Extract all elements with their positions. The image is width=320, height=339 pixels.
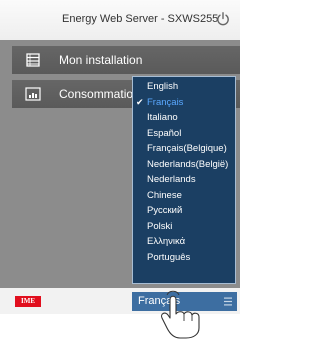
language-dropdown: English ✔ Français Italiano Español Français(… — [132, 76, 236, 284]
building-icon — [26, 53, 40, 67]
menu-lines-icon — [224, 297, 232, 306]
menu-item-installation[interactable]: Mon installation — [12, 46, 240, 74]
language-option[interactable]: Chinese — [133, 188, 235, 204]
language-option-label: Nederlands(België) — [147, 158, 229, 170]
language-option-label: Français — [147, 96, 184, 108]
chart-icon — [25, 87, 41, 101]
language-option[interactable]: Français(Belgique) — [133, 141, 235, 157]
app-window: Energy Web Server - SXWS255 Mon installa… — [0, 0, 240, 339]
page-title: Energy Web Server - SXWS255 — [62, 13, 219, 25]
language-option[interactable]: English — [133, 79, 235, 95]
language-option-label: Italiano — [147, 112, 178, 123]
language-option-label: Polski — [147, 220, 173, 232]
language-option-label: Español — [147, 127, 182, 139]
language-option[interactable]: Italiano — [133, 110, 235, 126]
menu-item-label: Consommations — [59, 87, 141, 101]
power-icon[interactable] — [215, 11, 231, 27]
language-options: English ✔ Français Italiano Español Français(… — [133, 77, 235, 265]
header-bar: Energy Web Server - SXWS255 — [0, 0, 240, 40]
language-option-label: Nederlands — [147, 174, 196, 185]
language-option[interactable]: Português — [133, 250, 235, 266]
language-option[interactable]: Polski — [133, 219, 235, 235]
logo-text: IME — [21, 297, 35, 305]
language-option-label: Chinese — [147, 189, 182, 201]
checkmark-icon: ✔ — [136, 96, 144, 107]
pointing-hand-icon — [161, 290, 200, 339]
language-option[interactable]: Nederlands — [133, 172, 235, 188]
language-option[interactable]: Nederlands(België) — [133, 157, 235, 173]
language-option-label: Português — [147, 251, 191, 263]
language-option[interactable]: Español — [133, 126, 235, 142]
language-option[interactable]: Ελληνικά — [133, 234, 235, 250]
language-option[interactable]: ✔ Français — [133, 95, 235, 111]
language-option-label: English — [147, 81, 179, 92]
language-option-label: Ελληνικά — [147, 236, 186, 247]
language-option[interactable]: Русский — [133, 203, 235, 219]
brand-logo: IME — [15, 296, 41, 307]
language-option-label: Русский — [147, 205, 183, 216]
menu-item-label: Mon installation — [59, 53, 143, 67]
language-option-label: Français(Belgique) — [147, 143, 227, 154]
